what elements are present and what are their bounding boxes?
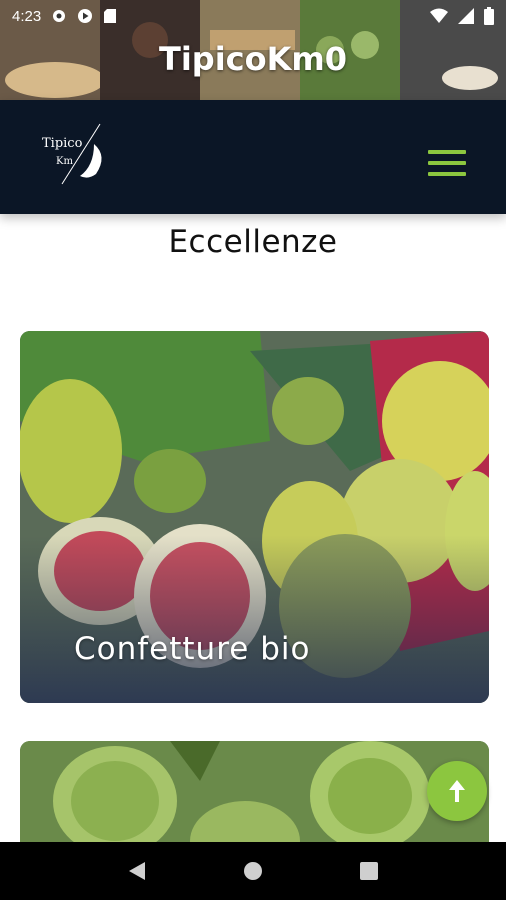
category-card-artichokes[interactable] [20, 741, 489, 851]
app-title: TipicoKm0 [158, 40, 348, 78]
play-icon [78, 9, 93, 23]
hamburger-menu-icon[interactable] [428, 150, 466, 176]
sd-card-icon [104, 9, 117, 23]
gear-icon [53, 10, 66, 22]
system-nav-bar [0, 842, 506, 900]
status-time: 4:23 [12, 7, 42, 25]
logo-mark-icon [61, 123, 102, 185]
wifi-icon [430, 8, 448, 23]
status-bar: 4:23 [0, 0, 506, 32]
battery-icon [484, 7, 494, 25]
page-title: Eccellenze [168, 224, 338, 260]
recents-icon[interactable] [359, 861, 379, 881]
app-banner: 4:23 TipicoKm0 [0, 0, 506, 100]
card-label: Confetture bio [74, 631, 311, 667]
home-icon[interactable] [242, 860, 264, 882]
site-header: Tipico Km [0, 100, 506, 214]
site-logo[interactable]: Tipico Km [38, 122, 110, 190]
category-card-confetture[interactable]: Confetture bio [20, 331, 489, 703]
signal-icon [458, 8, 474, 24]
back-icon[interactable] [127, 860, 147, 882]
arrow-up-icon [449, 780, 465, 802]
scroll-top-button[interactable] [427, 761, 487, 821]
artichokes-photo [20, 741, 489, 851]
